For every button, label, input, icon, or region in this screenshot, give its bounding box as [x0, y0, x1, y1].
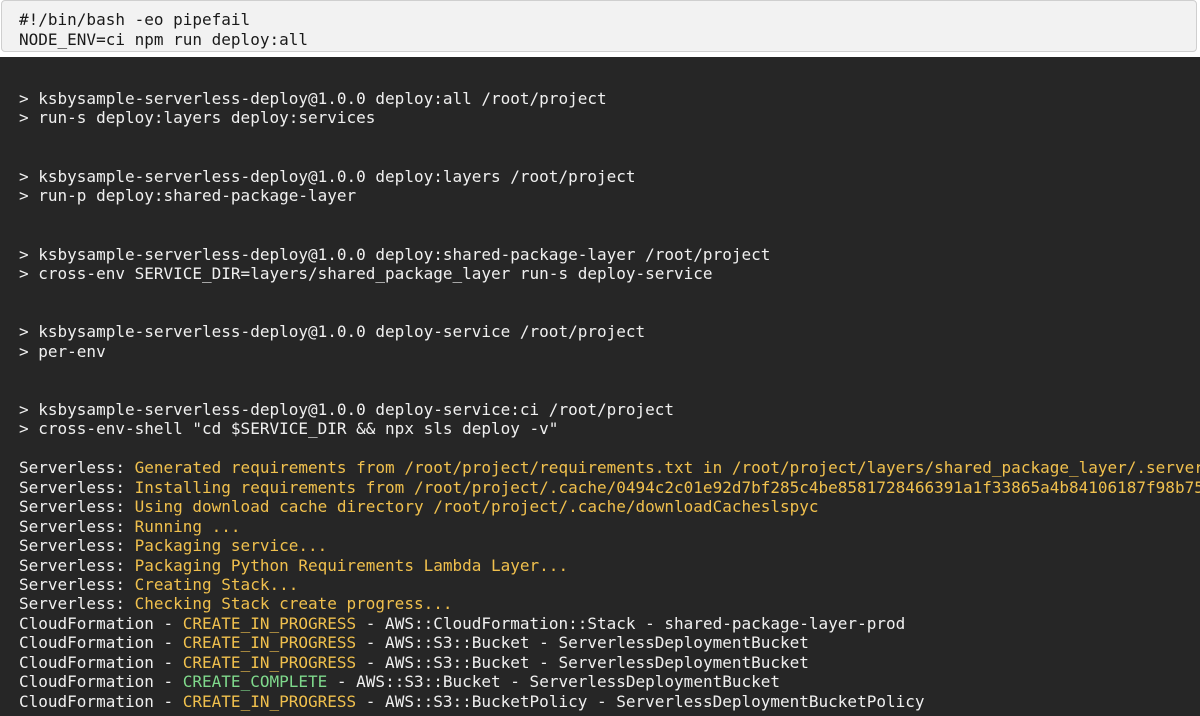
- serverless-log-line: Serverless: Packaging Python Requirement…: [19, 556, 1200, 575]
- cloudformation-resource: - AWS::S3::BucketPolicy - ServerlessDepl…: [356, 691, 925, 711]
- log-spacer: [19, 361, 1200, 380]
- cloudformation-status: CREATE_IN_PROGRESS: [182, 633, 357, 653]
- cloudformation-log-line: CloudFormation - CREATE_IN_PROGRESS - AW…: [19, 633, 1200, 652]
- serverless-label: Serverless:: [19, 594, 135, 614]
- serverless-label: Serverless:: [19, 477, 135, 497]
- log-spacer: [19, 283, 1200, 302]
- cloudformation-log-line: CloudFormation - CREATE_IN_PROGRESS - AW…: [19, 653, 1200, 672]
- npm-script-block: > ksbysample-serverless-deploy@1.0.0 dep…: [19, 89, 1200, 128]
- log-spacer: [19, 439, 1200, 458]
- serverless-log-line: Serverless: Installing requirements from…: [19, 478, 1200, 497]
- cloudformation-log-line: CloudFormation - CREATE_IN_PROGRESS - AW…: [19, 692, 1200, 711]
- log-spacer: [19, 225, 1200, 244]
- command-line: NODE_ENV=ci npm run deploy:all: [19, 29, 308, 49]
- cloudformation-log-line: CloudFormation - CREATE_IN_PROGRESS - AW…: [19, 614, 1200, 633]
- cloudformation-status: CREATE_COMPLETE: [182, 672, 328, 692]
- serverless-label: Serverless:: [19, 555, 135, 575]
- log-spacer: [19, 206, 1200, 225]
- npm-script-block: > ksbysample-serverless-deploy@1.0.0 dep…: [19, 245, 1200, 284]
- npm-script-header: > ksbysample-serverless-deploy@1.0.0 dep…: [19, 400, 675, 419]
- log-spacer: [19, 303, 1200, 322]
- serverless-log-line: Serverless: Using download cache directo…: [19, 497, 1200, 516]
- serverless-label: Serverless:: [19, 516, 135, 536]
- serverless-message: Packaging service...: [134, 536, 328, 556]
- serverless-log-line: Serverless: Creating Stack...: [19, 575, 1200, 594]
- cloudformation-status: CREATE_IN_PROGRESS: [182, 691, 357, 711]
- step-command-box: #!/bin/bash -eo pipefail NODE_ENV=ci npm …: [1, 0, 1197, 52]
- ci-step-output: #!/bin/bash -eo pipefail NODE_ENV=ci npm …: [0, 0, 1200, 716]
- npm-script-header: > ksbysample-serverless-deploy@1.0.0 dep…: [19, 322, 646, 342]
- serverless-message: Generated requirements from /root/projec…: [134, 458, 1200, 478]
- cloudformation-prefix: CloudFormation -: [19, 691, 183, 711]
- npm-script-command: > cross-env-shell "cd $SERVICE_DIR && np…: [19, 419, 559, 439]
- npm-script-command: > run-p deploy:shared-package-layer: [19, 186, 357, 206]
- cloudformation-prefix: CloudFormation -: [19, 672, 183, 692]
- cloudformation-log-line: CloudFormation - CREATE_COMPLETE - AWS::…: [19, 672, 1200, 691]
- cloudformation-status: CREATE_IN_PROGRESS: [182, 613, 357, 633]
- serverless-log-line: Serverless: Generated requirements from …: [19, 458, 1200, 477]
- npm-script-command: > per-env: [19, 341, 106, 361]
- serverless-label: Serverless:: [19, 536, 135, 556]
- serverless-message: Packaging Python Requirements Lambda Lay…: [134, 555, 569, 575]
- npm-script-block: > ksbysample-serverless-deploy@1.0.0 dep…: [19, 400, 1200, 439]
- serverless-label: Serverless:: [19, 458, 135, 478]
- npm-script-block: > ksbysample-serverless-deploy@1.0.0 dep…: [19, 167, 1200, 206]
- npm-script-block: > ksbysample-serverless-deploy@1.0.0 dep…: [19, 322, 1200, 361]
- command-line: #!/bin/bash -eo pipefail: [19, 10, 251, 29]
- cloudformation-prefix: CloudFormation -: [19, 652, 183, 672]
- serverless-message: Creating Stack...: [134, 574, 299, 594]
- cloudformation-resource: - AWS::CloudFormation::Stack - shared-pa…: [356, 613, 906, 633]
- cloudformation-prefix: CloudFormation -: [19, 633, 183, 653]
- serverless-log-line: Serverless: Running ...: [19, 517, 1200, 536]
- serverless-message: Checking Stack create progress...: [134, 594, 453, 614]
- npm-script-header: > ksbysample-serverless-deploy@1.0.0 dep…: [19, 89, 607, 108]
- cloudformation-status: CREATE_IN_PROGRESS: [182, 652, 357, 672]
- npm-script-command: > cross-env SERVICE_DIR=layers/shared_pa…: [19, 263, 713, 283]
- log-spacer: [19, 128, 1200, 147]
- cloudformation-resource: - AWS::S3::Bucket - ServerlessDeployment…: [356, 652, 809, 672]
- serverless-message: Running ...: [134, 516, 241, 536]
- npm-script-header: > ksbysample-serverless-deploy@1.0.0 dep…: [19, 166, 636, 186]
- log-spacer: [19, 147, 1200, 166]
- log-spacer: [19, 381, 1200, 400]
- serverless-log-line: Serverless: Packaging service...: [19, 536, 1200, 555]
- serverless-label: Serverless:: [19, 574, 135, 594]
- terminal-output[interactable]: > ksbysample-serverless-deploy@1.0.0 dep…: [0, 57, 1200, 716]
- serverless-message: Using download cache directory /root/pro…: [134, 497, 819, 517]
- npm-script-header: > ksbysample-serverless-deploy@1.0.0 dep…: [19, 244, 771, 264]
- serverless-log-line: Serverless: Checking Stack create progre…: [19, 594, 1200, 613]
- serverless-label: Serverless:: [19, 497, 135, 517]
- terminal-log: > ksbysample-serverless-deploy@1.0.0 dep…: [19, 57, 1200, 711]
- log-spacer: [19, 57, 1200, 89]
- serverless-message: Installing requirements from /root/proje…: [134, 477, 1200, 497]
- cloudformation-resource: - AWS::S3::Bucket - ServerlessDeployment…: [356, 633, 809, 653]
- npm-script-command: > run-s deploy:layers deploy:services: [19, 108, 376, 128]
- cloudformation-prefix: CloudFormation -: [19, 613, 183, 633]
- cloudformation-resource: - AWS::S3::Bucket - ServerlessDeployment…: [327, 672, 781, 692]
